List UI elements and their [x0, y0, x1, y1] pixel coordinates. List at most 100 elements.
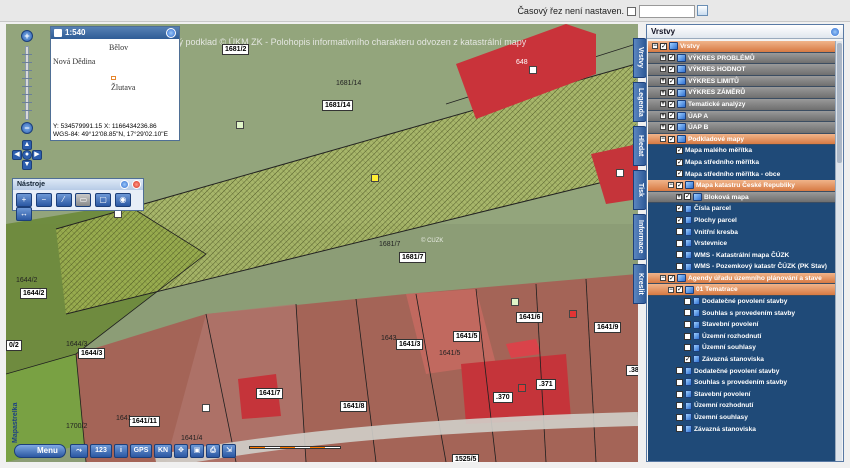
layer-checkbox[interactable] [676, 263, 683, 271]
zoom-tick[interactable] [22, 54, 32, 55]
map-view[interactable]: vý podklad © ÚKM ZK - Polohopis informat… [6, 24, 638, 462]
layer-checkbox[interactable] [676, 145, 683, 156]
layer-checkbox[interactable] [684, 332, 691, 340]
layer-checkbox[interactable] [676, 203, 683, 214]
layer-row[interactable]: Stavební povolení [648, 389, 836, 401]
layer-row[interactable]: Čísla parcel [648, 203, 836, 215]
zoom-tick[interactable] [22, 70, 32, 71]
layer-row[interactable]: Vnitřní kresba [648, 227, 836, 239]
line-tool-icon[interactable]: ⁄ [55, 193, 72, 207]
zoom-in-button[interactable]: + [21, 30, 33, 42]
layer-row[interactable]: WMS - Katastrální mapa ČÚZK [648, 250, 836, 262]
layer-checkbox[interactable] [676, 367, 683, 375]
zoom-tick[interactable] [22, 78, 32, 79]
measure-icon[interactable]: ⤳ [70, 444, 88, 458]
layer-row[interactable]: WMS - Pozemkový katastr ČÚZK (PK Stav) [648, 261, 836, 273]
layer-checkbox[interactable] [676, 157, 683, 168]
tools-close-icon[interactable] [132, 180, 141, 189]
pan-icon[interactable]: ✥ [174, 444, 188, 458]
layers-scrollbar[interactable] [835, 41, 842, 461]
export-icon[interactable]: ⇲ [222, 444, 236, 458]
layer-row[interactable]: Souhlas s provedením stavby [648, 308, 836, 320]
expand-icon[interactable]: + [660, 89, 666, 96]
layer-checkbox[interactable] [676, 413, 683, 421]
layer-checkbox[interactable] [676, 251, 683, 259]
layer-checkbox[interactable] [668, 64, 675, 75]
identify-tool-icon[interactable]: ◉ [114, 193, 131, 207]
tab-legend[interactable]: Legenda [633, 82, 647, 122]
layer-checkbox[interactable] [676, 378, 683, 386]
layer-checkbox[interactable] [676, 228, 683, 236]
kn-button[interactable]: KN [154, 444, 172, 458]
select-tool-icon[interactable]: ▭ [75, 193, 92, 207]
info-marker[interactable] [371, 174, 379, 182]
zoom-tick[interactable] [22, 86, 32, 87]
layer-checkbox[interactable] [676, 402, 683, 410]
info-marker[interactable] [202, 404, 210, 412]
menu-button[interactable]: Menu [14, 444, 66, 458]
info-marker[interactable] [569, 310, 577, 318]
expand-icon[interactable]: + [660, 112, 666, 119]
layer-row[interactable]: Dodatečné povolení stavby [648, 296, 836, 308]
zoom-tick[interactable] [22, 102, 32, 103]
coordinates-button[interactable]: 123 [90, 444, 112, 458]
time-slice-input[interactable] [639, 5, 695, 18]
layer-checkbox[interactable] [660, 41, 667, 52]
layer-checkbox[interactable] [684, 321, 691, 328]
layer-row[interactable]: + ÚAP B [648, 122, 836, 134]
zoom-tick[interactable] [22, 110, 32, 111]
expand-icon[interactable]: + [660, 101, 666, 108]
expand-icon[interactable]: − [660, 275, 666, 282]
layer-row[interactable]: + VÝKRES HODNOT [648, 64, 836, 76]
layer-row[interactable]: Závazná stanoviska [648, 354, 836, 366]
layer-row[interactable]: Stavební povolení [648, 319, 836, 331]
zoom-slider[interactable] [25, 46, 29, 120]
layer-row[interactable]: + ÚAP A [648, 110, 836, 123]
layer-checkbox[interactable] [668, 99, 675, 110]
expand-icon[interactable]: + [676, 193, 682, 200]
layer-row[interactable]: − Podkladové mapy [648, 134, 836, 146]
layer-row[interactable]: + Bloková mapa [648, 191, 836, 204]
pan-left-icon[interactable]: ◀ [12, 150, 22, 160]
layer-row[interactable]: Územní rozhodnutí [648, 400, 836, 412]
tab-print[interactable]: Tisk [633, 170, 647, 210]
calendar-icon[interactable] [697, 5, 708, 16]
layer-row[interactable]: Závazná stanoviska [648, 424, 836, 436]
layer-row[interactable]: Vrstevnice [648, 238, 836, 250]
layer-row[interactable]: Souhlas s provedením stavby [648, 377, 836, 389]
scrollbar-thumb[interactable] [837, 43, 842, 163]
pan-control[interactable]: ▲ ◀ ● ▶ ▼ [12, 140, 42, 170]
expand-icon[interactable]: − [668, 286, 674, 293]
layer-row[interactable]: Územní rozhodnutí [648, 331, 836, 343]
layer-checkbox[interactable] [676, 390, 683, 398]
expand-icon[interactable]: + [660, 54, 666, 61]
layer-row[interactable]: Mapa středního měřítka [648, 157, 836, 169]
layer-row[interactable]: Mapa středního měřítka - obce [648, 168, 836, 181]
expand-icon[interactable]: − [660, 136, 666, 142]
layer-checkbox[interactable] [668, 87, 675, 98]
zoom-tick[interactable] [22, 62, 32, 63]
layer-checkbox[interactable] [684, 297, 691, 305]
pan-up-icon[interactable]: ▲ [22, 140, 32, 150]
rectangle-tool-icon[interactable]: ▢ [95, 193, 112, 207]
expand-icon[interactable]: − [652, 43, 658, 50]
zoom-tick[interactable] [22, 94, 32, 95]
layer-row[interactable]: Územní souhlasy [648, 342, 836, 354]
layer-checkbox[interactable] [676, 284, 683, 295]
expand-icon[interactable]: + [660, 66, 666, 73]
tab-information[interactable]: Informace [633, 214, 647, 260]
layer-checkbox[interactable] [684, 344, 691, 352]
layer-checkbox[interactable] [668, 134, 675, 145]
layer-row[interactable]: Mapa malého měřítka [648, 145, 836, 157]
expand-icon[interactable]: + [660, 124, 666, 131]
layer-checkbox[interactable] [676, 425, 683, 433]
pan-right-icon[interactable]: ▶ [32, 150, 42, 160]
layer-checkbox[interactable] [676, 215, 683, 226]
layer-row[interactable]: + VÝKRES ZÁMĚRŮ [648, 87, 836, 99]
layer-row[interactable]: − 01 Tematrace [648, 284, 836, 297]
layer-checkbox[interactable] [684, 354, 691, 365]
zoom-control[interactable]: + − [18, 30, 36, 136]
layer-row[interactable]: − Agendy úřadu územního plánování a stave [648, 273, 836, 285]
layer-checkbox[interactable] [668, 52, 675, 63]
info-marker[interactable] [518, 384, 526, 392]
